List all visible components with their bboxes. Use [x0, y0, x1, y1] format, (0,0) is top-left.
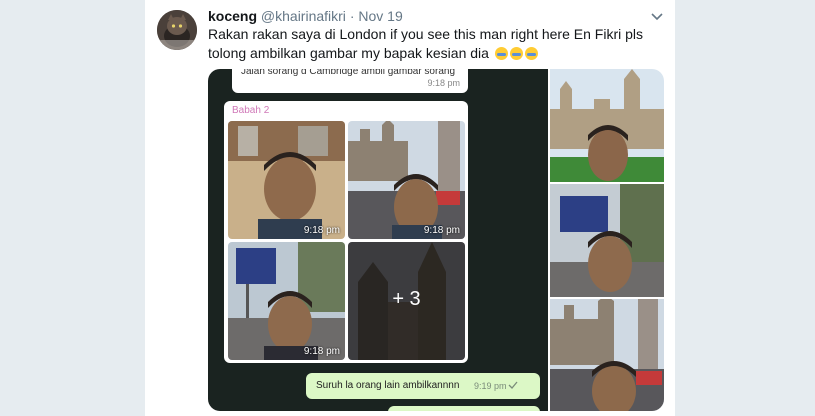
crying-face-emoji-icon — [494, 47, 508, 60]
outgoing-message-bubble: Suruh la orang lain ambilkannnn 9:19 pm — [306, 373, 540, 399]
message-time: 9:18 pm — [427, 78, 460, 88]
photo-column — [550, 69, 664, 411]
photo-time: 9:18 pm — [423, 225, 460, 236]
avatar[interactable] — [157, 10, 197, 50]
tweet-header: koceng @khairinafikri · Nov 19 — [208, 7, 403, 25]
read-check-icon — [508, 381, 518, 389]
tweet-text: Rakan rakan saya di London if you see th… — [208, 25, 648, 63]
tweet-date[interactable]: Nov 19 — [358, 8, 402, 24]
message-time: 9:19 pm — [474, 381, 507, 391]
album-photo-more[interactable]: + 3 — [348, 242, 465, 360]
chevron-down-icon[interactable] — [650, 10, 664, 24]
album-photo: 9:18 pm — [228, 121, 345, 239]
user-handle[interactable]: @khairinafikri — [261, 8, 346, 24]
more-photos-count: + 3 — [392, 288, 421, 310]
crying-face-emoji-icon — [524, 47, 538, 60]
chat-screenshot-image[interactable]: Jalan sorang d Cambridge ambil gambar so… — [208, 69, 548, 411]
selfie-photo[interactable] — [550, 69, 664, 182]
photo-album-bubble: Babah 2 9:18 pm 9:18 pm 9:18 pm + 3 — [224, 101, 468, 363]
photo-time: 9:18 pm — [303, 225, 340, 236]
display-name[interactable]: koceng — [208, 8, 257, 24]
album-photo: 9:18 pm — [348, 121, 465, 239]
incoming-message-bubble: Jalan sorang d Cambridge ambil gambar so… — [232, 69, 468, 93]
tweet-body: Rakan rakan saya di London if you see th… — [208, 26, 644, 61]
message-text: Suruh la orang lain ambilkannnn — [316, 380, 460, 391]
message-text: Jalan sorang d Cambridge ambil gambar so… — [241, 69, 456, 77]
photo-time: 9:18 pm — [303, 346, 340, 357]
outgoing-message-bubble — [388, 406, 540, 411]
sender-name: Babah 2 — [232, 105, 270, 116]
selfie-photo[interactable] — [550, 299, 664, 411]
tweet-media[interactable]: Jalan sorang d Cambridge ambil gambar so… — [208, 69, 664, 411]
crying-face-emoji-icon — [509, 47, 523, 60]
tweet-card[interactable]: koceng @khairinafikri · Nov 19 Rakan rak… — [145, 0, 675, 416]
separator-dot: · — [349, 8, 355, 24]
selfie-photo[interactable] — [550, 184, 664, 297]
album-photo: 9:18 pm — [228, 242, 345, 360]
